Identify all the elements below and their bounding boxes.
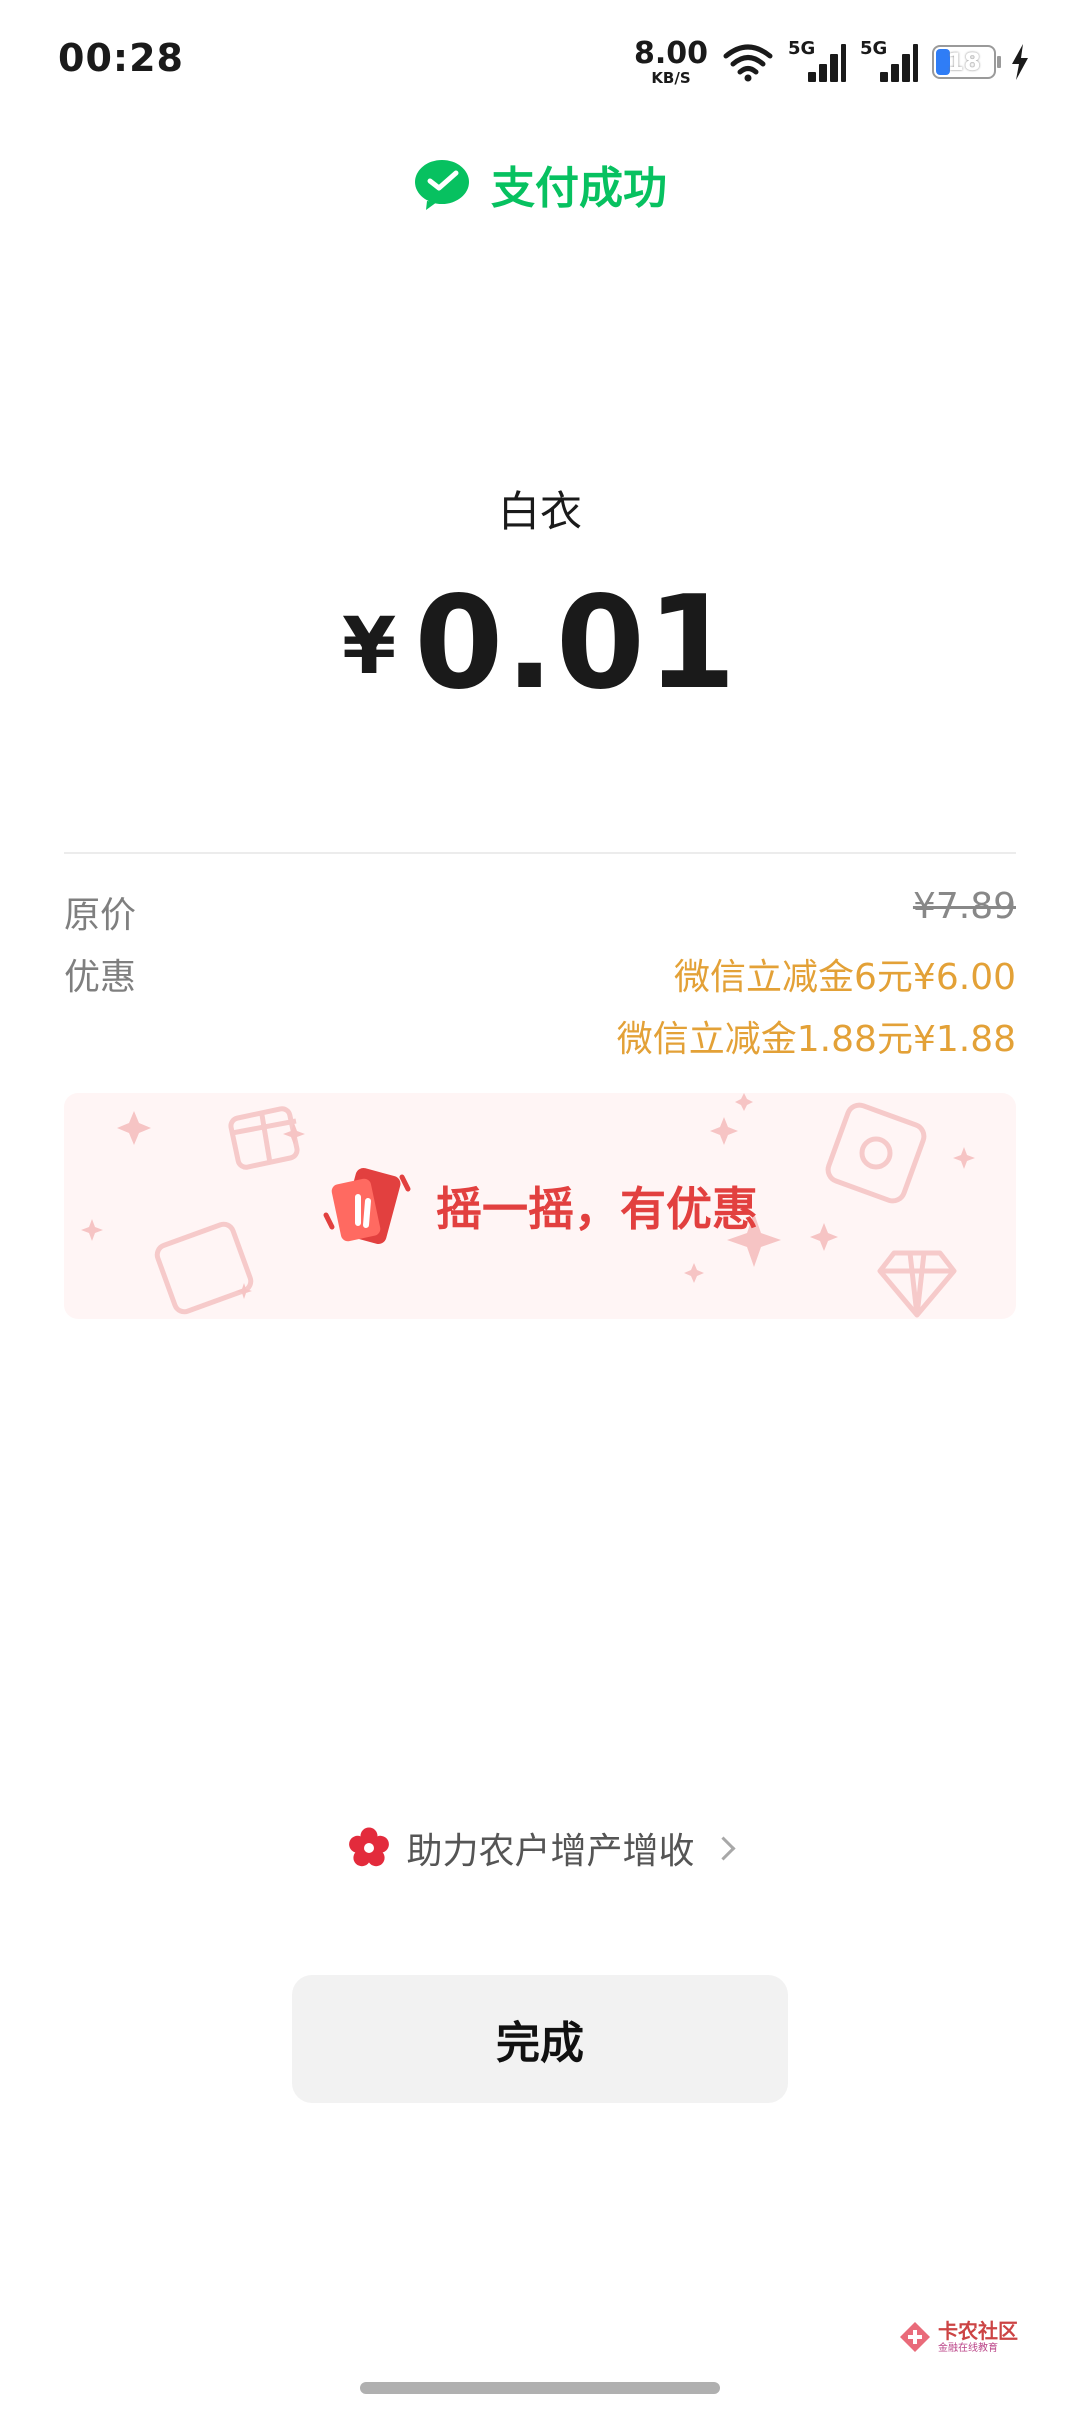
net-speed-unit: KB/S [651, 68, 691, 87]
done-button[interactable]: 完成 [292, 1975, 788, 2103]
currency-symbol: ¥ [341, 602, 397, 692]
status-icons: 8.00 KB/S 5G 5G 18 [634, 34, 1030, 90]
promo-text: 摇一摇，有优惠 [436, 1182, 758, 1236]
original-price-row: 原价 ¥7.89 [64, 886, 1016, 936]
charging-icon [1012, 44, 1028, 80]
signal-label: 5G [860, 38, 888, 59]
discount-row: 优惠 微信立减金6元¥6.00 [64, 948, 1016, 998]
discount-item: 微信立减金6元¥6.00 [674, 957, 1016, 998]
divider [64, 852, 1016, 854]
amount-value: 0.01 [414, 569, 739, 718]
watermark-title: 卡农社区 [938, 2318, 1018, 2343]
original-price-label: 原价 [64, 895, 137, 936]
status-bar: 00:28 8.00 KB/S 5G 5G 18 [0, 0, 1080, 120]
shake-promo-banner[interactable]: 摇一摇，有优惠 [64, 1093, 1016, 1319]
flower-icon [349, 1827, 390, 1867]
promo-content: 摇一摇，有优惠 [64, 1093, 1016, 1319]
watermark: 卡农社区 金融在线教育 [898, 2320, 1018, 2354]
original-price: ¥7.89 [912, 886, 1016, 927]
battery-level: 18 [947, 48, 981, 76]
farmer-support-text: 助力农户增产增收 [406, 1831, 695, 1872]
payment-success-header: 支付成功 [0, 152, 1080, 216]
net-speed: 8.00 KB/S [633, 35, 708, 87]
watermark-logo-icon [900, 2322, 930, 2352]
chevron-right-icon [710, 1835, 736, 1861]
farmer-support-link[interactable]: 助力农户增产增收 [0, 1822, 1080, 1874]
status-time: 00:28 [58, 36, 184, 80]
merchant-name: 白衣 [497, 487, 582, 536]
payment-amount: ¥ 0.01 [0, 580, 1080, 708]
discount-item: 微信立减金1.88元¥1.88 [616, 1019, 1016, 1060]
signal-label: 5G [788, 38, 816, 59]
signal-icon: 5G [860, 38, 918, 84]
shake-phone-icon [323, 1168, 411, 1244]
payment-status: 支付成功 [491, 163, 667, 214]
watermark-subtitle: 金融在线教育 [938, 2342, 998, 2354]
battery-icon: 18 [932, 45, 1001, 79]
discount-label: 优惠 [64, 957, 137, 998]
signal-icon: 5G [788, 38, 846, 84]
wifi-icon [723, 44, 773, 82]
home-indicator[interactable] [360, 2382, 720, 2394]
wechat-pay-icon [415, 160, 469, 210]
net-speed-value: 8.00 [633, 35, 708, 71]
discount-row: 微信立减金1.88元¥1.88 [64, 1010, 1016, 1060]
